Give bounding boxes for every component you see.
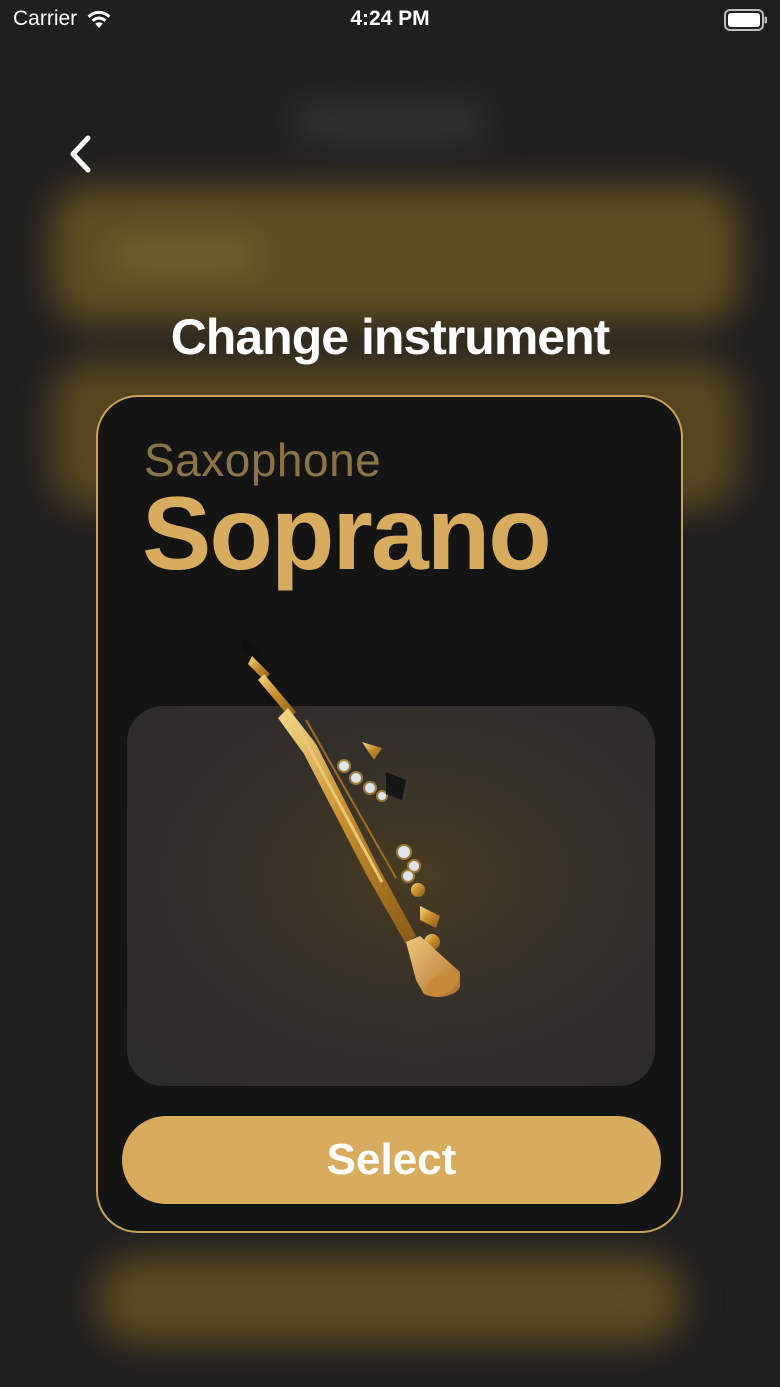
screen: Carrier 4:24 PM Change instrument Saxoph… — [0, 0, 780, 1387]
blurred-card-label — [110, 240, 260, 270]
page-title: Change instrument — [170, 309, 611, 365]
blurred-title — [290, 100, 490, 144]
back-button[interactable] — [60, 132, 100, 176]
chevron-left-icon — [70, 135, 91, 173]
select-button[interactable]: Select — [122, 1116, 661, 1204]
battery-icon — [724, 9, 767, 31]
blurred-bottom-button — [95, 1255, 685, 1345]
saxophone-image — [240, 638, 460, 997]
instrument-name-label: Soprano — [142, 476, 552, 592]
status-time: 4:24 PM — [350, 7, 430, 30]
status-bar: Carrier 4:24 PM — [0, 0, 780, 40]
